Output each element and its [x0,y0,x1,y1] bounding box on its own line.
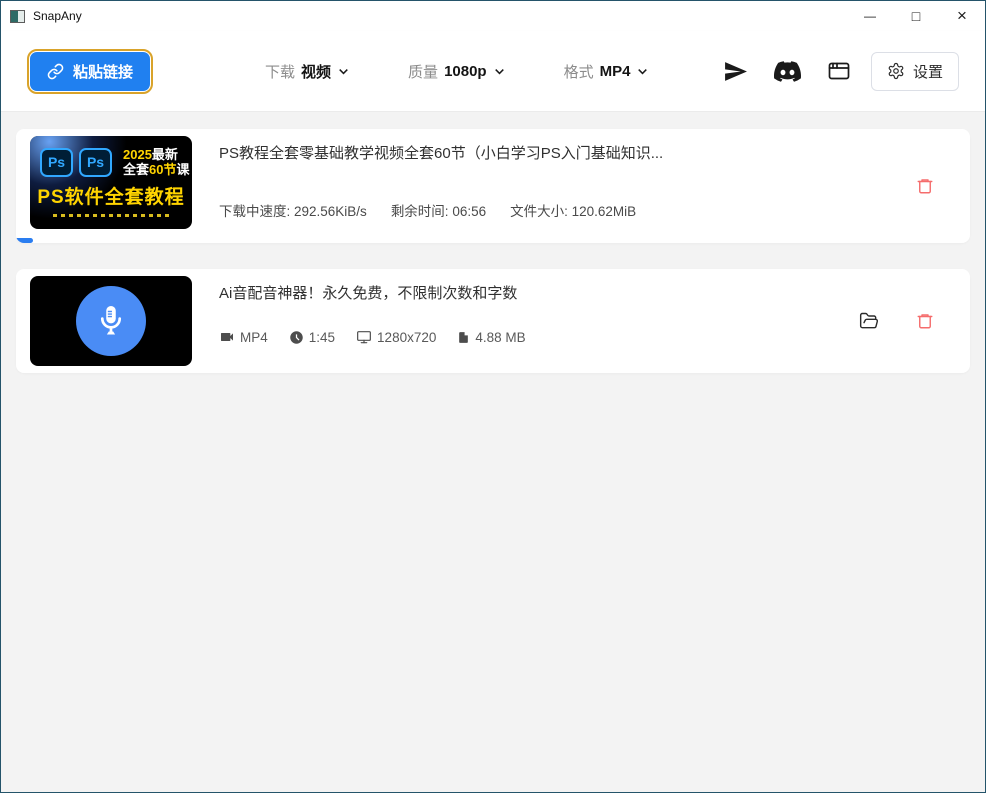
dropdown-label: 下载 [265,61,295,82]
dropdown-label: 质量 [408,61,438,82]
item-actions [859,311,934,331]
toolbar-right: 设置 [697,52,959,91]
browser-window-icon [827,59,851,83]
dropdown-value: 1080p [444,63,487,80]
resolution-meta: 1280x720 [356,329,436,345]
file-size: 文件大小: 120.62MiB [510,200,636,220]
chevron-down-icon [337,65,350,78]
quality-dropdown[interactable]: 质量 1080p [408,61,506,82]
discord-button[interactable] [774,58,801,85]
window-title: SnapAny [33,9,82,23]
trash-icon [916,312,934,330]
thumb-year: 2025 [123,147,152,162]
thumb-count: 60节 [149,162,176,177]
settings-button[interactable]: 设置 [871,52,959,91]
clock-icon [289,330,304,345]
item-body: PS教程全套零基础教学视频全套60节（小白学习PS入门基础知识... 下载中速度… [219,136,954,236]
dropdown-label: 格式 [564,61,594,82]
delete-button[interactable] [916,177,934,195]
video-thumbnail: Ps Ps 2025最新 全套60节课 PS软件全套教程 [30,136,192,229]
video-thumbnail [30,276,192,366]
progress-bar [16,238,970,243]
item-meta-row: MP4 1:45 1280x720 [219,329,526,345]
maximize-icon: □ [912,8,920,24]
dropdown-group: 下载 视频 质量 1080p 格式 MP4 [265,61,649,82]
app-window: SnapAny — □ × 粘贴链接 下载 视频 [0,0,986,793]
format-value: MP4 [240,330,268,345]
telegram-icon [723,59,748,84]
item-title: Ai音配音神器！永久免费，不限制次数和字数 [219,282,954,303]
dropdown-value: MP4 [600,63,631,80]
download-item-downloading: Ps Ps 2025最新 全套60节课 PS软件全套教程 PS教程全套零基础教学… [16,129,970,243]
progress-fill [16,238,33,243]
download-item-finished: Ai音配音神器！永久免费，不限制次数和字数 MP4 1:45 [16,269,970,373]
microphone-badge [76,286,146,356]
thumbnail-main-title: PS软件全套教程 [30,182,192,209]
download-type-dropdown[interactable]: 下载 视频 [265,61,350,82]
thumbnail-caption: 2025最新 全套60节课 [123,147,190,177]
thumb-lesson: 课 [176,162,189,177]
filesize-value: 4.88 MB [475,330,525,345]
gear-icon [887,62,905,80]
chevron-down-icon [493,65,506,78]
maximize-button[interactable]: □ [893,1,939,31]
duration-value: 1:45 [309,330,335,345]
photoshop-logo-icon: Ps [79,148,112,177]
download-list: Ps Ps 2025最新 全套60节课 PS软件全套教程 PS教程全套零基础教学… [1,112,985,792]
monitor-icon [356,329,372,345]
toolbar: 粘贴链接 下载 视频 质量 1080p 格式 MP4 [1,31,985,112]
delete-button[interactable] [916,312,934,330]
discord-icon [774,58,801,85]
trash-icon [916,177,934,195]
close-button[interactable]: × [939,1,985,31]
duration-meta: 1:45 [289,330,335,345]
file-icon [457,330,470,345]
browser-window-button[interactable] [827,59,851,83]
minimize-button[interactable]: — [847,1,893,31]
window-controls: — □ × [847,1,985,31]
title-bar: SnapAny — □ × [1,1,985,31]
resolution-value: 1280x720 [377,330,436,345]
format-meta: MP4 [219,329,268,345]
minimize-icon: — [864,9,876,23]
item-actions [916,177,934,195]
download-speed: 下载中速度: 292.56KiB/s [219,200,367,220]
open-folder-button[interactable] [859,311,879,331]
close-icon: × [957,6,967,26]
photoshop-logo-icon: Ps [40,148,73,177]
filesize-meta: 4.88 MB [457,330,525,345]
item-title: PS教程全套零基础教学视频全套60节（小白学习PS入门基础知识... [219,142,954,163]
remaining-time: 剩余时间: 06:56 [391,200,486,220]
settings-label: 设置 [913,61,943,82]
item-body: Ai音配音神器！永久免费，不限制次数和字数 MP4 1:45 [219,276,954,366]
thumbnail-subtext-decoration [53,214,170,217]
video-camera-icon [219,329,235,345]
dropdown-value: 视频 [301,61,331,82]
format-dropdown[interactable]: 格式 MP4 [564,61,650,82]
thumb-new: 最新 [152,147,178,162]
chevron-down-icon [636,65,649,78]
paste-link-button[interactable]: 粘贴链接 [30,52,150,91]
folder-open-icon [859,311,879,331]
thumb-set: 全套 [123,162,149,177]
paste-link-label: 粘贴链接 [73,61,133,82]
paste-link-focus-ring: 粘贴链接 [27,49,153,94]
link-icon [47,63,64,80]
download-status-row: 下载中速度: 292.56KiB/s 剩余时间: 06:56 文件大小: 120… [219,200,636,220]
microphone-icon [92,302,130,340]
app-icon [10,10,25,23]
telegram-button[interactable] [723,59,748,84]
